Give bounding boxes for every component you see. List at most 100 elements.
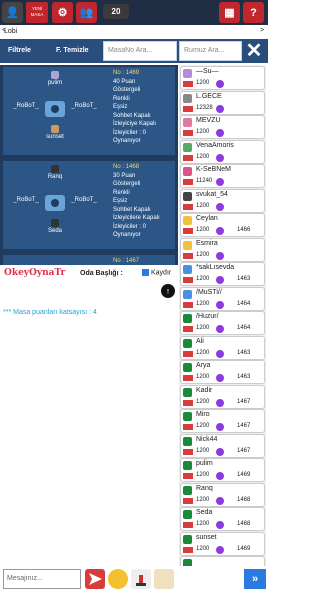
room-title-label: Oda Başlığı : [80,270,123,277]
player-avatar-icon [183,216,192,225]
player-item[interactable]: —Su— 1200 [180,66,265,90]
seat-top[interactable]: Ranq [38,165,72,180]
seat-left[interactable]: _RoBoT_ [9,197,43,203]
watch-table-icon[interactable] [45,195,65,211]
watch-table-icon[interactable] [45,101,65,117]
player-table: 1468 [237,496,251,503]
player-points: 1200 [196,276,210,282]
seat-top[interactable]: pulim [38,71,72,86]
seat-right[interactable]: _RoBoT_ [67,197,101,203]
nickname-search-input[interactable]: Rumuz Ara... [179,41,242,61]
verified-icon [216,202,224,211]
settings-icon[interactable]: ⚙ [52,2,73,23]
chat-input-bar: Mesajınız... [0,566,180,592]
seat-bottom[interactable]: sunset [38,125,72,140]
player-avatar-icon [183,191,192,201]
player-avatar-icon [183,142,192,152]
player-item[interactable]: K-SeBNeM 11240 [180,164,265,188]
player-item[interactable]: Seda 1200 1468 [180,507,265,531]
player-item[interactable]: Ranq 1200 1468 [180,482,265,507]
send-icon[interactable] [85,569,105,589]
player-item[interactable]: sunset 1200 1469 [180,531,265,556]
flag-icon [183,81,193,87]
coin-counter: 20 [103,4,129,19]
emoji-icon[interactable] [108,569,128,589]
table-card[interactable]: No : 1467 [3,255,175,265]
player-item[interactable]: Ali 1200 1463 [180,335,265,360]
table-card[interactable]: Ranq _RoBoT_ _RoBoT_ Seda No : 1468 30 P… [3,161,175,249]
verified-icon [216,276,224,284]
player-table: 1463 [237,276,251,282]
player-item[interactable]: svukat_54 1200 [180,188,265,213]
player-item[interactable]: Kadir 1200 1467 [180,384,265,409]
player-avatar-icon [183,412,192,421]
player-item[interactable]: MEVZU 1200 [180,115,265,139]
player-avatar-icon [183,167,192,176]
user-avatar-icon[interactable]: 👤 [2,2,23,23]
gift-icon[interactable] [131,569,151,589]
player-points: 1200 [196,521,210,527]
flag-icon [183,252,193,259]
player-item[interactable]: /Huzur/1200 1464 [180,311,265,335]
player-item[interactable]: pulim 1200 1469 [180,458,265,482]
flag-icon [183,301,193,308]
player-name: Esmira [196,239,218,247]
player-points: 1200 [196,496,210,503]
cheers-icon[interactable] [154,569,174,589]
fast-forward-icon[interactable]: » [244,569,266,589]
player-points: 1200 [196,153,210,160]
player-avatar-icon [183,387,192,397]
rules-icon[interactable]: ▦ [219,2,240,23]
verified-icon [216,178,224,186]
message-input[interactable]: Mesajınız... [3,569,81,589]
new-table-button[interactable]: YENİ MASA [26,2,48,23]
seat-right[interactable]: _RoBoT_ [67,103,101,109]
flag-icon [183,179,193,185]
player-points: 12328 [196,104,213,111]
back-arrow-icon[interactable]: < [2,27,6,34]
player-points: 1200 [196,227,210,233]
player-avatar-icon [183,534,192,544]
player-item[interactable]: Miro 1200 1467 [180,409,265,433]
player-points: 1200 [196,374,210,380]
player-table: 1467 [237,423,251,429]
player-table: 1469 [237,472,251,478]
filter-row: Filtrele F. Temizle MasaNo Ara... Rumuz … [0,39,268,63]
help-icon[interactable]: ? [243,2,264,23]
player-name: Ceylan [196,215,218,222]
flag-icon [183,473,193,479]
flag-icon [183,130,193,136]
player-table: 1466 [237,227,251,233]
player-item[interactable]: Esmira 1200 [180,237,265,262]
scroll-up-icon[interactable]: ↑ [161,284,175,298]
player-item[interactable]: L.GECE 12328 [180,90,265,115]
filter-button[interactable]: Filtrele [0,41,48,61]
checkbox-icon[interactable] [142,269,149,276]
seat-bottom[interactable]: Seda [38,219,72,234]
player-item[interactable]: Nick44 1200 1467 [180,433,265,458]
player-item[interactable]: Arya 1200 1463 [180,360,265,384]
forward-arrow-icon[interactable]: > [260,27,264,34]
player-name: Arya [196,362,211,369]
table-info: No : 1469 40 Puan Göstergeli Renkli Eşsi… [113,70,157,144]
player-avatar-icon [183,265,192,274]
table-number-search-input[interactable]: MasaNo Ara... [103,41,177,61]
player-name: L.GECE [196,92,222,100]
player-name: VenaAmoris [196,141,234,149]
player-item[interactable]: *sakLısevda 1200 1463 [180,262,265,286]
player-points: 1200 [196,423,210,429]
player-points: 1200 [196,129,210,135]
flag-icon [183,522,193,528]
player-item[interactable]: 1200 [180,556,265,566]
clear-filter-button[interactable]: F. Temizle [48,41,103,61]
player-item[interactable]: /MuSTi// 1200 1464 [180,286,265,311]
player-item[interactable]: VenaAmoris 1200 [180,139,265,164]
tables-list: pulim _RoBoT_ _RoBoT_ sunset No : 1469 4… [0,65,178,265]
seat-left[interactable]: _RoBoT_ [9,103,43,109]
close-icon[interactable]: ✕ [243,40,265,62]
friends-icon[interactable]: 👥 [76,2,97,23]
scroll-toggle[interactable]: Kaydır [142,269,171,276]
player-name: /Huzur/ [196,313,219,320]
table-card[interactable]: pulim _RoBoT_ _RoBoT_ sunset No : 1469 4… [3,67,175,155]
player-item[interactable]: Ceylan 1200 1466 [180,213,265,237]
